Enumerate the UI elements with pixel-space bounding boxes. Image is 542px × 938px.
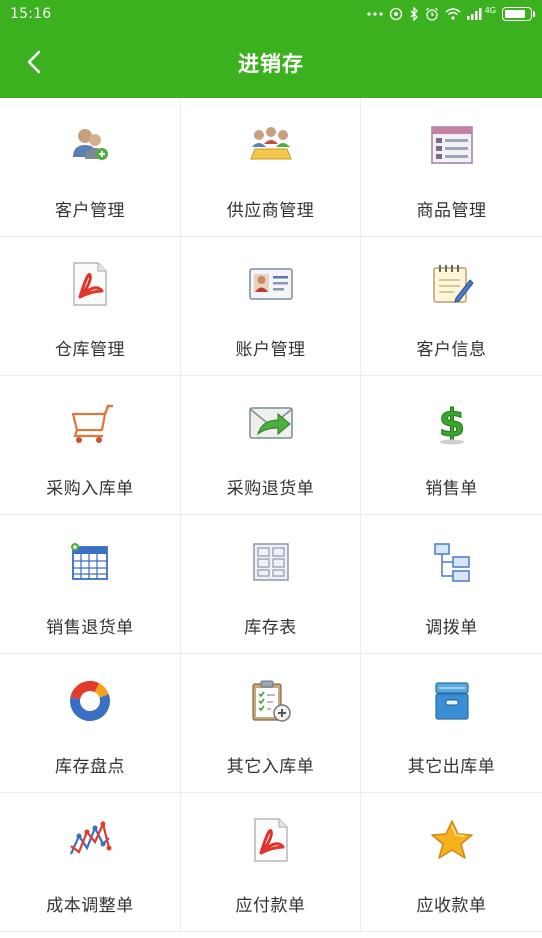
signal-type-label: 4G bbox=[484, 5, 496, 15]
menu-item-inventory-count[interactable]: 库存盘点 bbox=[0, 654, 181, 793]
back-button[interactable] bbox=[14, 42, 54, 82]
menu-item-label: 库存盘点 bbox=[55, 757, 125, 777]
menu-grid: 客户管理 供应商管理 商品管理 仓库管理 账户管理 客户信息 采购入库单 采购退… bbox=[0, 98, 542, 932]
menu-item-label: 成本调整单 bbox=[46, 896, 134, 916]
menu-item-purchase-inbound[interactable]: 采购入库单 bbox=[0, 376, 181, 515]
page-title: 进销存 bbox=[238, 52, 304, 76]
layout-sheet-icon bbox=[247, 538, 295, 586]
shopping-cart-icon bbox=[66, 399, 114, 447]
battery-icon bbox=[502, 7, 535, 21]
menu-item-other-outbound[interactable]: 其它出库单 bbox=[361, 654, 542, 793]
menu-item-sales-return[interactable]: 销售退货单 bbox=[0, 515, 181, 654]
status-icons: 4G bbox=[367, 5, 535, 21]
line-graph-icon bbox=[66, 816, 114, 864]
table-grid-icon bbox=[66, 538, 114, 586]
menu-item-sales[interactable]: $ 销售单 bbox=[361, 376, 542, 515]
menu-item-label: 账户管理 bbox=[235, 340, 306, 360]
menu-item-payables[interactable]: 应付款单 bbox=[181, 793, 361, 932]
menu-item-suppliers[interactable]: 供应商管理 bbox=[181, 98, 361, 237]
donut-chart-icon bbox=[66, 677, 114, 725]
menu-item-accounts[interactable]: 账户管理 bbox=[181, 237, 361, 376]
customers-icon bbox=[66, 121, 114, 169]
return-mail-icon bbox=[247, 399, 295, 447]
menu-item-customers[interactable]: 客户管理 bbox=[0, 98, 181, 237]
menu-item-label: 其它入库单 bbox=[226, 757, 315, 777]
wifi-icon bbox=[445, 8, 461, 20]
product-list-icon bbox=[428, 121, 476, 169]
battery-level bbox=[505, 10, 525, 18]
navigation-bar: 进销存 bbox=[0, 28, 542, 98]
menu-item-label: 采购退货单 bbox=[226, 479, 315, 499]
clipboard-add-icon bbox=[247, 677, 295, 725]
supplier-meeting-icon bbox=[247, 121, 295, 169]
menu-item-label: 调拨单 bbox=[425, 618, 478, 638]
menu-item-label: 客户信息 bbox=[416, 340, 487, 360]
notepad-icon bbox=[428, 260, 476, 308]
menu-item-label: 采购入库单 bbox=[46, 479, 134, 499]
hotspot-icon bbox=[389, 7, 403, 21]
pdf-document-icon bbox=[66, 260, 114, 308]
menu-item-label: 销售单 bbox=[425, 479, 478, 499]
id-card-icon bbox=[247, 260, 295, 308]
status-time: 15:16 bbox=[10, 6, 52, 22]
menu-item-cost-adjustment[interactable]: 成本调整单 bbox=[0, 793, 181, 932]
more-dots-icon bbox=[367, 11, 383, 17]
chevron-left-icon bbox=[27, 50, 41, 74]
menu-item-label: 应付款单 bbox=[235, 896, 306, 916]
menu-item-label: 其它出库单 bbox=[407, 757, 496, 777]
top-bar: 15:16 4G 进销存 bbox=[0, 0, 542, 98]
menu-item-label: 商品管理 bbox=[416, 201, 487, 221]
menu-item-label: 仓库管理 bbox=[55, 340, 125, 360]
pdf-document-icon bbox=[247, 816, 295, 864]
hierarchy-icon bbox=[428, 538, 476, 586]
alarm-icon bbox=[425, 7, 439, 21]
star-icon bbox=[428, 816, 476, 864]
svg-text:$: $ bbox=[438, 401, 464, 445]
status-bar: 15:16 4G bbox=[0, 0, 542, 28]
menu-item-customer-info[interactable]: 客户信息 bbox=[361, 237, 542, 376]
menu-item-warehouse[interactable]: 仓库管理 bbox=[0, 237, 181, 376]
menu-item-label: 供应商管理 bbox=[226, 201, 315, 221]
menu-item-label: 应收款单 bbox=[416, 896, 487, 916]
archive-box-icon bbox=[428, 677, 476, 725]
menu-item-products[interactable]: 商品管理 bbox=[361, 98, 542, 237]
menu-item-other-inbound[interactable]: 其它入库单 bbox=[181, 654, 361, 793]
menu-item-purchase-return[interactable]: 采购退货单 bbox=[181, 376, 361, 515]
menu-item-label: 销售退货单 bbox=[46, 618, 134, 638]
dollar-icon: $ bbox=[428, 399, 476, 447]
menu-item-label: 库存表 bbox=[244, 618, 297, 638]
bluetooth-icon bbox=[409, 7, 419, 21]
menu-item-label: 客户管理 bbox=[55, 201, 125, 221]
signal-icon: 4G bbox=[466, 5, 496, 20]
menu-item-transfer[interactable]: 调拨单 bbox=[361, 515, 542, 654]
menu-item-stock-table[interactable]: 库存表 bbox=[181, 515, 361, 654]
menu-item-receivables[interactable]: 应收款单 bbox=[361, 793, 542, 932]
